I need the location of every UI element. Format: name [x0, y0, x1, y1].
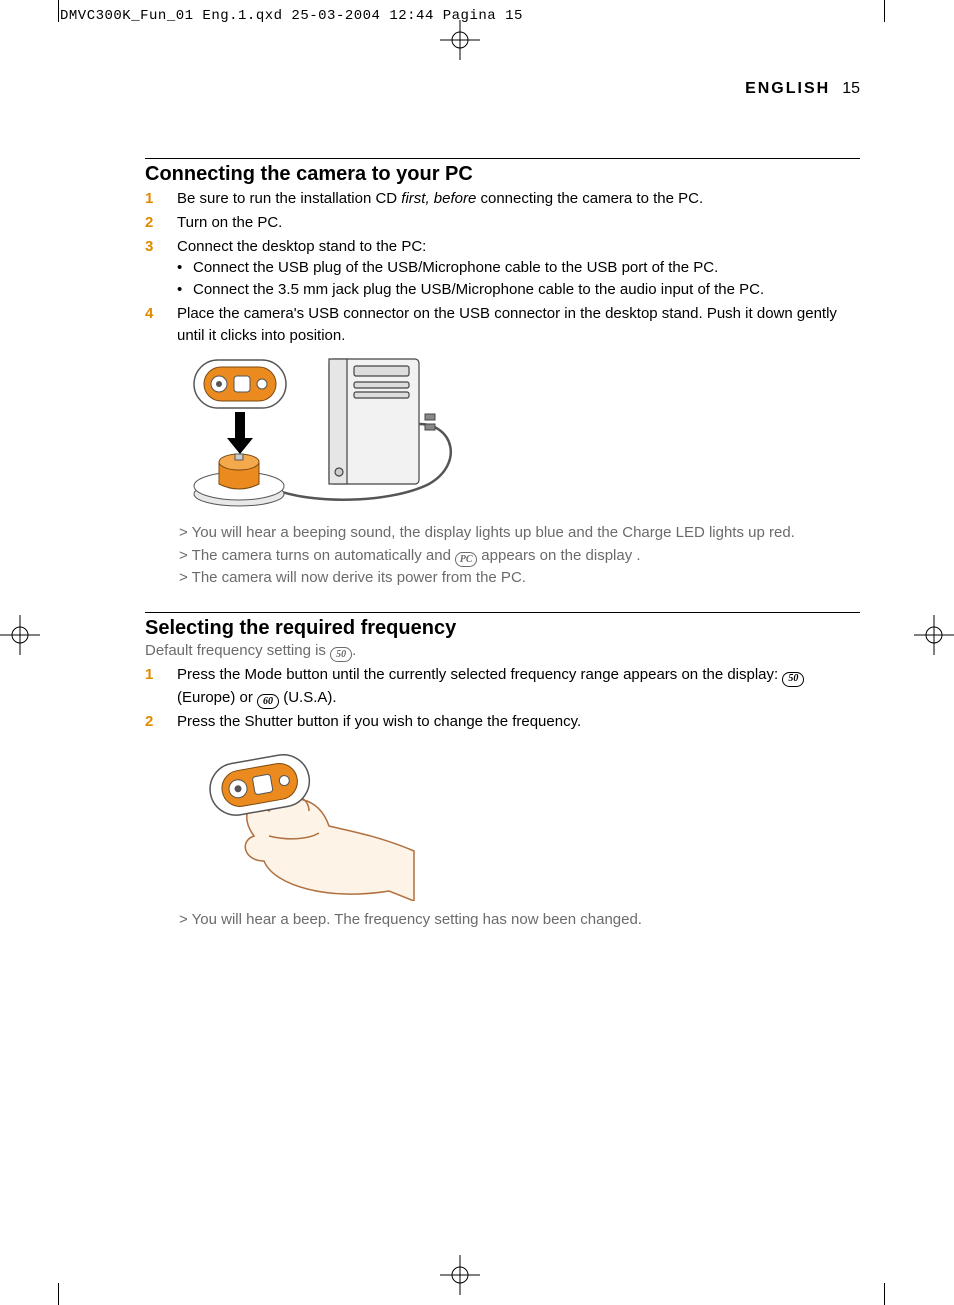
freq-50-icon: 50 — [330, 647, 352, 662]
registration-mark-top — [440, 20, 480, 60]
freq-50-icon: 50 — [782, 672, 804, 687]
page-number: 15 — [842, 80, 860, 97]
file-slug: DMVC300K_Fun_01 Eng.1.qxd 25-03-2004 12:… — [60, 8, 523, 24]
freq-60-icon: 60 — [257, 694, 279, 709]
step-number: 2 — [145, 711, 159, 733]
intro-text: Default frequency setting is 50. — [145, 642, 860, 662]
step-4: 4 Place the camera's USB connector on th… — [145, 303, 860, 347]
registration-mark-right — [914, 615, 954, 655]
steps-list-connecting: 1 Be sure to run the installation CD fir… — [145, 188, 860, 346]
step-text: Be sure to run the installation CD first… — [177, 188, 860, 210]
page-content: ENGLISH 15 Connecting the camera to your … — [145, 80, 860, 932]
running-head: ENGLISH 15 — [145, 80, 860, 98]
result-notes-frequency: You will hear a beep. The frequency sett… — [145, 909, 860, 932]
note: The camera turns on automatically and PC… — [179, 545, 860, 568]
substep: Connect the USB plug of the USB/Micropho… — [177, 259, 718, 276]
note: The camera will now derive its power fro… — [179, 567, 860, 590]
steps-list-frequency: 1 Press the Mode button until the curren… — [145, 664, 860, 733]
step-number: 1 — [145, 664, 159, 686]
substep: Connect the 3.5 mm jack plug the USB/Mic… — [177, 281, 764, 298]
note: You will hear a beep. The frequency sett… — [179, 909, 860, 932]
illustration-hand-camera — [179, 741, 860, 901]
step-1: 1 Press the Mode button until the curren… — [145, 664, 860, 710]
step-number: 2 — [145, 212, 159, 234]
step-number: 3 — [145, 236, 159, 258]
step-text: Place the camera's USB connector on the … — [177, 303, 860, 347]
note: You will hear a beeping sound, the displ… — [179, 522, 860, 545]
step-text: Connect the desktop stand to the PC: Con… — [177, 236, 860, 301]
section-rule — [145, 612, 860, 613]
section-title-connecting: Connecting the camera to your PC — [145, 163, 860, 186]
step-text: Press the Shutter button if you wish to … — [177, 711, 860, 733]
step-1: 1 Be sure to run the installation CD fir… — [145, 188, 860, 210]
registration-mark-bottom — [440, 1255, 480, 1295]
section-rule — [145, 158, 860, 159]
step-text: Turn on the PC. — [177, 212, 860, 234]
illustration-camera-pc — [179, 354, 860, 514]
step-text: Press the Mode button until the currentl… — [177, 664, 860, 710]
pc-icon: PC — [455, 552, 477, 567]
step-number: 1 — [145, 188, 159, 210]
registration-mark-left — [0, 615, 40, 655]
section-title-frequency: Selecting the required frequency — [145, 617, 860, 640]
step-number: 4 — [145, 303, 159, 325]
result-notes-connecting: You will hear a beeping sound, the displ… — [145, 522, 860, 590]
step-2: 2 Turn on the PC. — [145, 212, 860, 234]
language-label: ENGLISH — [745, 80, 830, 97]
step-3: 3 Connect the desktop stand to the PC: C… — [145, 236, 860, 301]
step-2: 2 Press the Shutter button if you wish t… — [145, 711, 860, 733]
